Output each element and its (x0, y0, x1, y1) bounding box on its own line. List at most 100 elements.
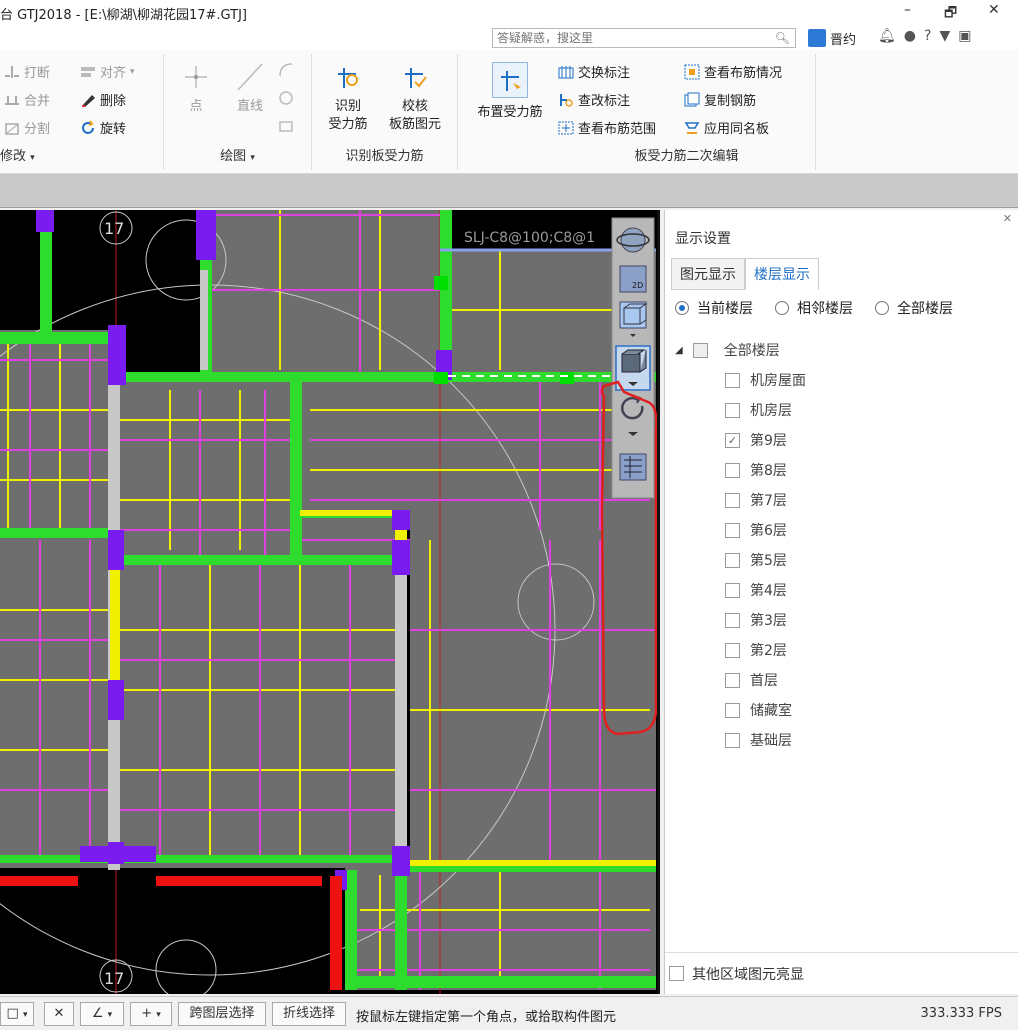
align-icon (80, 64, 96, 80)
copy-rebar-button[interactable]: 复制钢筋 (684, 90, 756, 109)
status-hint: 按鼠标左键指定第一个角点，或拾取构件图元 (356, 1010, 617, 1025)
rectangle-icon[interactable] (278, 118, 294, 134)
floor-checkbox[interactable]: ✓ (725, 432, 740, 448)
align-button[interactable]: 对齐 ▾ (80, 62, 135, 81)
checkbox-all-floors[interactable] (692, 342, 708, 358)
floor-checkbox[interactable] (725, 702, 740, 718)
floor-item[interactable]: 首层 (725, 670, 778, 690)
bell-icon[interactable]: 🔔︎ (878, 28, 896, 44)
break-button[interactable]: 打断 (4, 62, 50, 81)
floor-item[interactable]: 基础层 (725, 730, 792, 750)
delete-button[interactable]: 删除 (80, 90, 126, 109)
floor-item[interactable]: 第6层 (725, 520, 787, 540)
shirt-icon[interactable]: ▼ (939, 28, 950, 44)
search-icon[interactable]: 🔍︎ (775, 31, 790, 45)
floor-checkbox[interactable] (725, 462, 740, 478)
restore-button[interactable]: 🗗 (944, 2, 957, 26)
3d-solid-icon[interactable] (615, 345, 651, 391)
minimize-button[interactable]: – (904, 2, 911, 18)
floor-item[interactable]: 第8层 (725, 460, 787, 480)
place-rebar-button[interactable]: 布置受力筋 (468, 62, 552, 122)
circle-icon[interactable] (278, 90, 294, 106)
floor-checkbox[interactable] (725, 522, 740, 538)
check-rebar-button[interactable]: 校核 板筋图元 (382, 62, 448, 134)
rebar-annotation: SLJ-C8@100;C8@1 (464, 230, 595, 246)
identify-rebar-button[interactable]: 识别 受力筋 (318, 62, 378, 134)
layer-grid-icon[interactable] (619, 453, 647, 481)
close-button[interactable]: ✕ (988, 2, 1000, 18)
floor-checkbox[interactable] (725, 642, 740, 658)
modify-group-title[interactable]: 修改 ▾ (0, 145, 163, 164)
tree-root[interactable]: ◢ 全部楼层 (675, 340, 780, 360)
split-button[interactable]: 分割 (4, 118, 50, 137)
floor-checkbox[interactable] (725, 492, 740, 508)
floor-item[interactable]: ✓ 第9层 (725, 430, 787, 450)
highlight-other-areas[interactable]: 其他区域图元亮显 (665, 952, 1018, 994)
floor-checkbox[interactable] (725, 552, 740, 568)
floor-checkbox[interactable] (725, 672, 740, 688)
swap-label-button[interactable]: 交换标注 (558, 62, 630, 81)
floor-scope-radios: 当前楼层 相邻楼层 全部楼层 (675, 298, 953, 318)
floor-item[interactable]: 第2层 (725, 640, 787, 660)
chat-icon[interactable]: ● (904, 28, 916, 44)
rotate-button[interactable]: 旋转 (80, 118, 126, 137)
arc-icon[interactable] (278, 62, 294, 78)
radio-dot (775, 301, 789, 315)
draw-group: 点 直线 绘图 ▾ (164, 54, 312, 170)
cross-layer-select-button[interactable]: 跨图层选择 (178, 1002, 266, 1026)
floor-checkbox[interactable] (725, 732, 740, 748)
floor-item[interactable]: 机房屋面 (725, 370, 806, 390)
display-settings-panel: ✕ 显示设置 图元显示 楼层显示 当前楼层 相邻楼层 全部楼层 ◢ 全部楼层 机… (664, 210, 1018, 994)
merge-button[interactable]: 合并 (4, 90, 50, 109)
view-layout-button[interactable]: 查看布筋情况 (684, 62, 782, 81)
layout-view-icon (684, 64, 700, 80)
user-name: 晋约 (830, 32, 857, 48)
drawing-canvas[interactable]: 17 17 5 (0, 210, 660, 994)
range-icon (558, 120, 574, 136)
identify-rebar-icon (332, 62, 364, 92)
line-icon (234, 62, 266, 92)
panel-icon[interactable]: ▣ (958, 28, 971, 44)
floor-checkbox[interactable] (725, 402, 740, 418)
help-icon[interactable]: ? (924, 28, 931, 44)
snap-mode-dropdown[interactable]: □ ▾ (0, 1002, 34, 1026)
floor-checkbox[interactable] (725, 372, 740, 388)
2d-view-icon[interactable]: 2D (619, 265, 647, 293)
floor-item[interactable]: 机房层 (725, 400, 792, 420)
radio-dot (875, 301, 889, 315)
floor-checkbox[interactable] (725, 582, 740, 598)
radio-dot (675, 301, 689, 315)
angle-snap-dropdown[interactable]: ∠ ▾ (80, 1002, 124, 1026)
floor-checkbox[interactable] (725, 612, 740, 628)
floor-item[interactable]: 储藏室 (725, 700, 792, 720)
point-button[interactable]: 点 (176, 62, 216, 116)
ribbon: 打断 合并 分割 对齐 ▾ 删除 旋转 修改 ▾ 点 直线 绘图 ▾ 识别 受力… (0, 50, 1018, 174)
split-icon (4, 120, 20, 136)
cross-snap-icon[interactable]: ✕ (44, 1002, 74, 1026)
collapse-triangle-icon[interactable]: ◢ (675, 345, 683, 356)
floor-item[interactable]: 第5层 (725, 550, 787, 570)
user-account[interactable]: 晋约 (808, 28, 856, 48)
floor-item[interactable]: 第3层 (725, 610, 787, 630)
offset-dropdown[interactable]: + ▾ (130, 1002, 172, 1026)
floor-item[interactable]: 第4层 (725, 580, 787, 600)
apply-same-button[interactable]: 应用同名板 (684, 118, 769, 137)
tab-element-display[interactable]: 图元显示 (671, 258, 745, 290)
top-icons: 🔔︎ ● ? ▼ ▣ (878, 28, 971, 44)
floor-item[interactable]: 第7层 (725, 490, 787, 510)
swap-label-icon (558, 64, 574, 80)
radio-all-floors[interactable]: 全部楼层 (875, 298, 953, 318)
tab-floor-display[interactable]: 楼层显示 (745, 258, 819, 290)
search-input[interactable] (493, 29, 773, 47)
radio-adjacent-floor[interactable]: 相邻楼层 (775, 298, 853, 318)
search-box[interactable]: 🔍︎ (492, 28, 796, 48)
line-button[interactable]: 直线 (228, 62, 272, 116)
draw-group-title[interactable]: 绘图 ▾ (164, 145, 311, 164)
view-range-button[interactable]: 查看布筋范围 (558, 118, 656, 137)
radio-current-floor[interactable]: 当前楼层 (675, 298, 753, 318)
edit-label-button[interactable]: 查改标注 (558, 90, 630, 109)
highlight-checkbox[interactable] (669, 966, 684, 981)
polyline-select-button[interactable]: 折线选择 (272, 1002, 346, 1026)
panel-close-icon[interactable]: ✕ (1003, 212, 1012, 225)
place-rebar-icon (492, 62, 528, 98)
